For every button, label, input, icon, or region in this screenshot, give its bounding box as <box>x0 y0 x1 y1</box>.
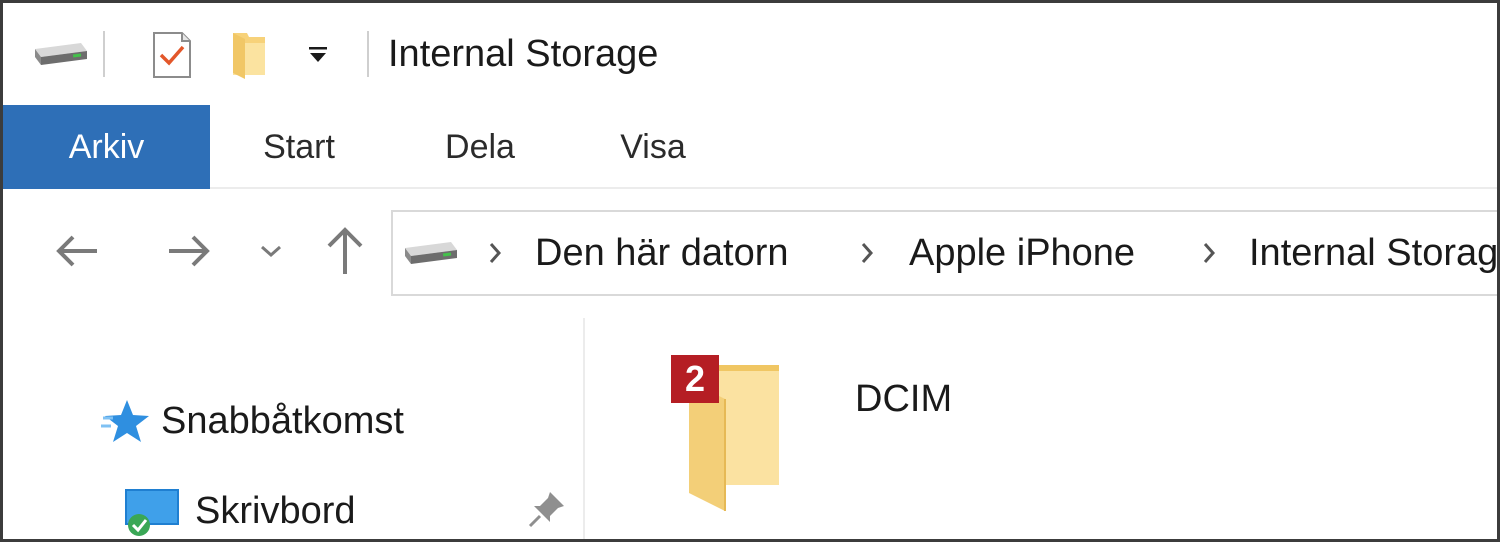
toolbar-separator <box>103 31 105 77</box>
address-bar[interactable]: Den här datorn Apple iPhone Internal Sto… <box>391 210 1497 296</box>
breadcrumb-apple-iphone[interactable]: Apple iPhone <box>909 212 1135 294</box>
desktop-icon <box>123 483 181 539</box>
pane-divider <box>583 318 585 539</box>
chevron-right-icon[interactable] <box>1201 212 1217 294</box>
title-bar: Internal Storage <box>3 3 1497 105</box>
new-folder-icon[interactable] <box>227 3 271 105</box>
toolbar-separator <box>367 31 369 77</box>
file-explorer-window: Internal Storage Arkiv Start Dela Visa D… <box>0 0 1500 542</box>
customize-dropdown-icon[interactable] <box>301 3 335 105</box>
tab-dela[interactable]: Dela <box>415 105 545 189</box>
ribbon-tabs: Arkiv Start Dela Visa <box>3 105 1497 189</box>
star-icon <box>101 398 153 444</box>
nav-item-label: Skrivbord <box>195 489 356 532</box>
pin-icon[interactable] <box>527 489 567 529</box>
nav-item-quick-access[interactable]: Snabbåtkomst <box>101 393 404 449</box>
chevron-down-icon[interactable] <box>253 219 289 283</box>
up-arrow-icon[interactable] <box>317 219 373 283</box>
tab-arkiv[interactable]: Arkiv <box>3 105 210 189</box>
breadcrumb-internal-storage[interactable]: Internal Storage <box>1249 212 1497 294</box>
step-badge: 2 <box>671 355 719 403</box>
drive-icon[interactable] <box>29 3 91 105</box>
folder-name-dcim[interactable]: DCIM <box>855 378 952 421</box>
window-title: Internal Storage <box>388 33 659 75</box>
breadcrumb-this-pc[interactable]: Den här datorn <box>535 212 789 294</box>
drive-icon <box>401 212 459 294</box>
tab-visa[interactable]: Visa <box>593 105 713 189</box>
chevron-right-icon[interactable] <box>487 212 503 294</box>
back-arrow-icon[interactable] <box>47 219 107 283</box>
nav-item-desktop[interactable]: Skrivbord <box>123 481 356 539</box>
chevron-right-icon[interactable] <box>859 212 875 294</box>
nav-item-label: Snabbåtkomst <box>161 399 404 442</box>
properties-icon[interactable] <box>147 3 197 105</box>
forward-arrow-icon[interactable] <box>159 219 219 283</box>
tab-start[interactable]: Start <box>233 105 365 189</box>
